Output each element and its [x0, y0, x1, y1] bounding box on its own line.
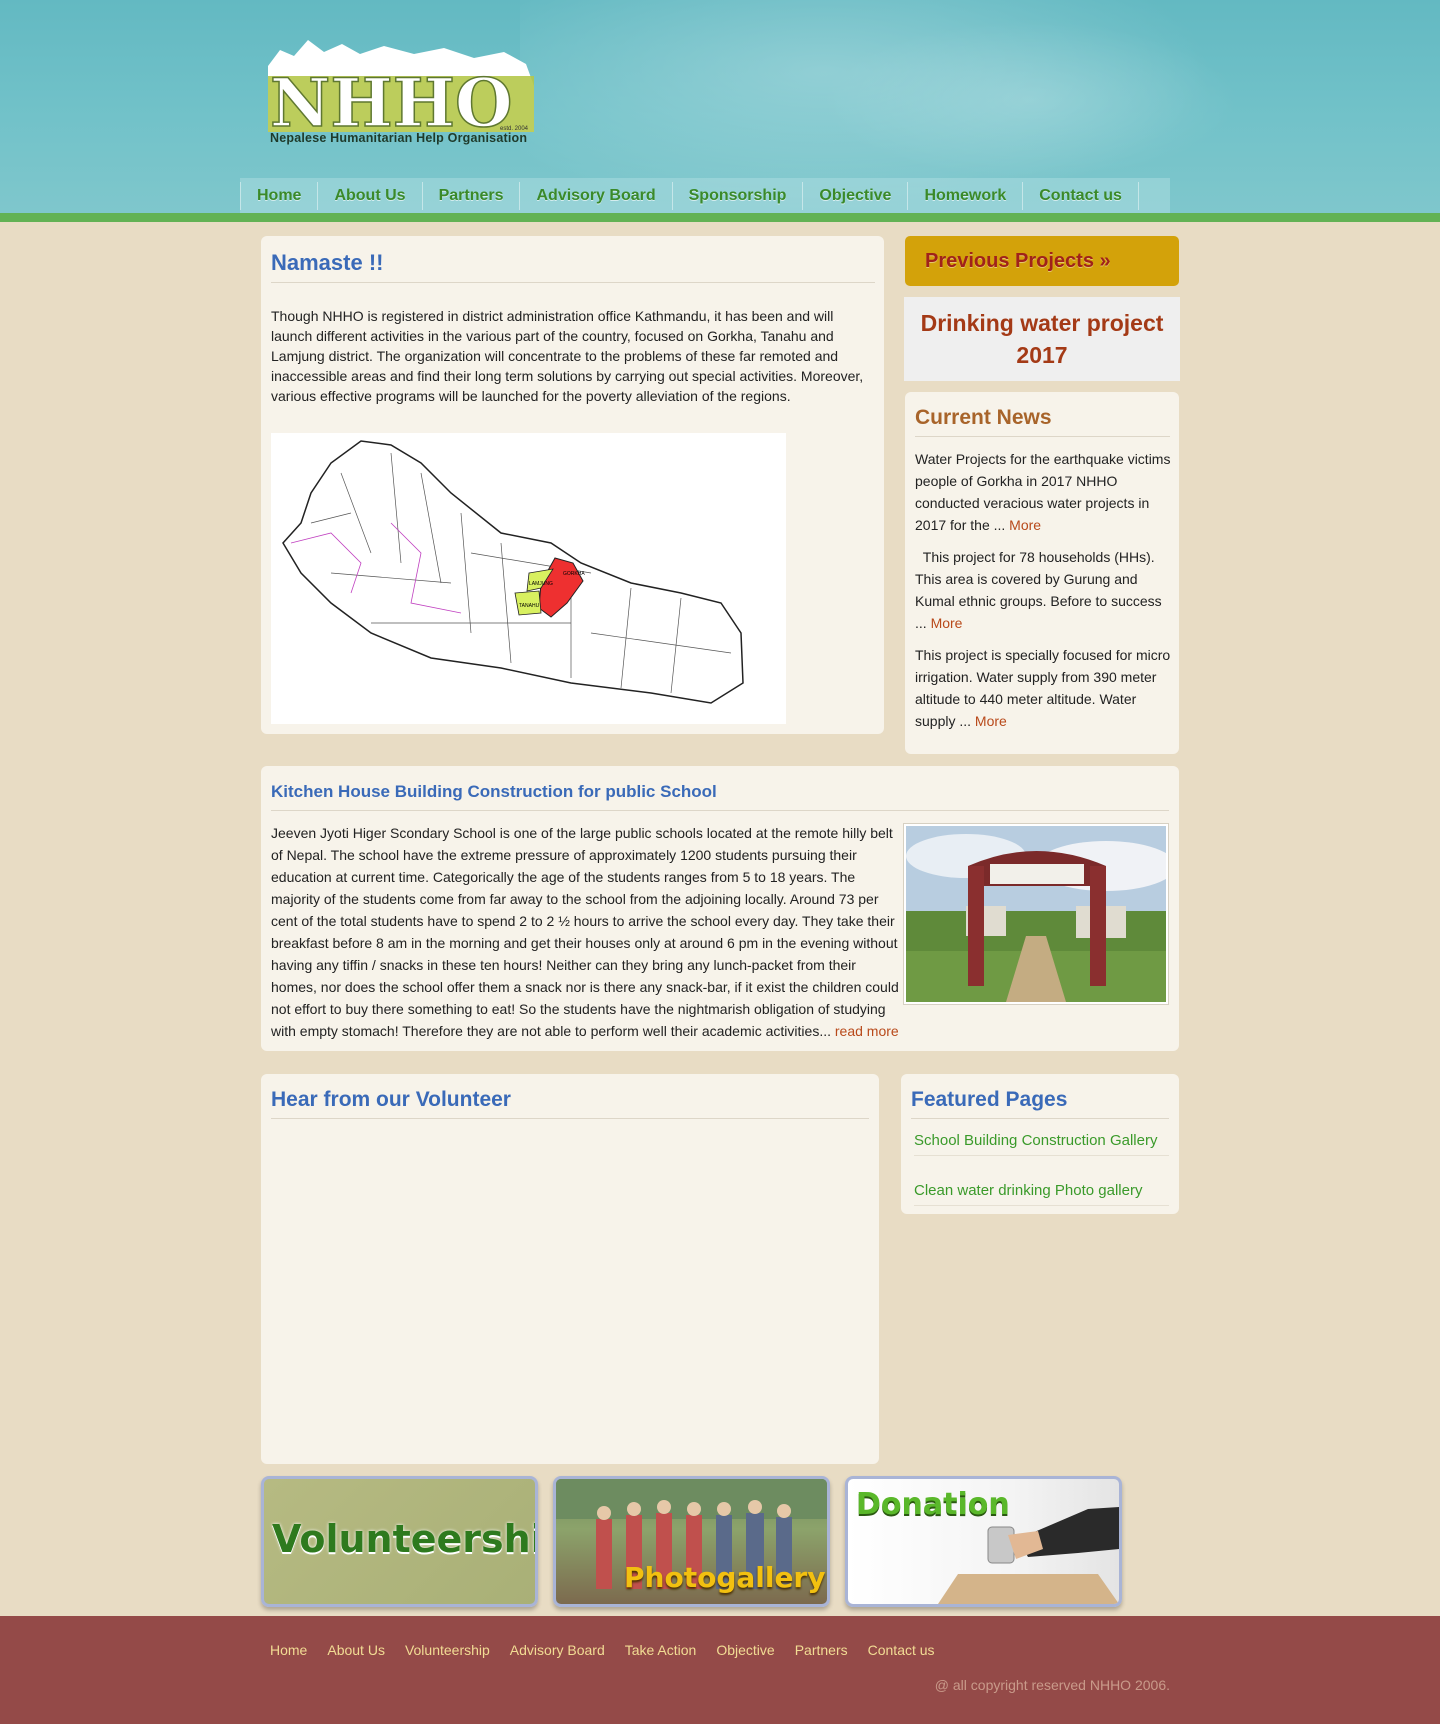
namaste-text: Though NHHO is registered in district ad…: [271, 308, 864, 404]
copyright-text: @ all copyright reserved NHHO 2006.: [934, 1677, 1170, 1693]
kitchen-read-more-link[interactable]: read more: [835, 1023, 899, 1039]
news-item: This project for 78 households (HHs). Th…: [915, 546, 1171, 634]
nav-divider: [1137, 182, 1139, 210]
footer-link-volunteership[interactable]: Volunteership: [405, 1642, 490, 1658]
volunteership-banner-text: Volunteership: [272, 1517, 535, 1561]
nepal-map-graphic: GORKHA LAMJUNG TANAHU: [282, 440, 744, 704]
namaste-panel: Namaste !! Though NHHO is registered in …: [261, 236, 884, 734]
nav-home[interactable]: Home: [241, 178, 317, 214]
school-gate-graphic: [906, 826, 1176, 1002]
header-decoration: [820, 20, 1240, 180]
namaste-title: Namaste !!: [271, 250, 875, 283]
footer-link-advisory-board[interactable]: Advisory Board: [510, 1642, 605, 1658]
site-header: NHHO estd. 2004 Nepalese Humanitarian He…: [0, 0, 1440, 214]
kitchen-text: Jeeven Jyoti Higer Scondary School is on…: [271, 822, 901, 1042]
donation-banner[interactable]: Donation: [845, 1476, 1122, 1607]
kitchen-body: Jeeven Jyoti Higer Scondary School is on…: [271, 825, 899, 1039]
current-news-title: Current News: [915, 406, 1170, 437]
logo-subtitle: Nepalese Humanitarian Help Organisation: [270, 131, 528, 145]
site-logo[interactable]: NHHO estd. 2004 Nepalese Humanitarian He…: [264, 36, 540, 150]
footer-link-about-us[interactable]: About Us: [327, 1642, 385, 1658]
nav-contact-us[interactable]: Contact us: [1023, 178, 1138, 214]
volunteership-banner[interactable]: Volunteership: [261, 1476, 538, 1607]
current-news-panel: Current News Water Projects for the eart…: [905, 392, 1179, 754]
donation-box-graphic: [938, 1507, 1119, 1604]
volunteer-title: Hear from our Volunteer: [271, 1088, 869, 1119]
nepal-map-image: GORKHA LAMJUNG TANAHU: [271, 433, 786, 724]
footer-nav: Home About Us Volunteership Advisory Boa…: [270, 1642, 955, 1658]
header-green-band: [0, 213, 1440, 222]
footer-link-take-action[interactable]: Take Action: [625, 1642, 697, 1658]
previous-projects-button[interactable]: Previous Projects »: [905, 236, 1179, 286]
nav-advisory-board[interactable]: Advisory Board: [520, 178, 671, 214]
drinking-water-project-link[interactable]: Drinking water project 2017: [904, 297, 1180, 381]
nav-about-us[interactable]: About Us: [318, 178, 421, 214]
featured-link-water-gallery[interactable]: Clean water drinking Photo gallery: [914, 1180, 1169, 1206]
nav-partners[interactable]: Partners: [423, 178, 520, 214]
footer-link-partners[interactable]: Partners: [795, 1642, 848, 1658]
news-more-link[interactable]: More: [931, 615, 963, 631]
featured-link-school-gallery[interactable]: School Building Construction Gallery: [914, 1130, 1169, 1156]
volunteer-panel: Hear from our Volunteer: [261, 1074, 879, 1464]
photogallery-banner[interactable]: Photogallery: [553, 1476, 830, 1607]
featured-pages-title: Featured Pages: [911, 1088, 1169, 1119]
news-more-link[interactable]: More: [975, 713, 1007, 729]
news-item: This project is specially focused for mi…: [915, 644, 1171, 732]
photogallery-banner-text: Photogallery: [624, 1561, 826, 1594]
footer-link-objective[interactable]: Objective: [716, 1642, 774, 1658]
site-footer: Home About Us Volunteership Advisory Boa…: [0, 1616, 1440, 1724]
kitchen-title: Kitchen House Building Construction for …: [271, 782, 1169, 811]
map-label-gorkha: GORKHA: [563, 571, 585, 577]
logo-mountain-graphic: NHHO estd. 2004: [268, 40, 534, 143]
nav-homework[interactable]: Homework: [908, 178, 1022, 214]
footer-link-home[interactable]: Home: [270, 1642, 307, 1658]
nav-objective[interactable]: Objective: [803, 178, 907, 214]
map-label-lamjung: LAMJUNG: [529, 581, 553, 587]
news-text: This project is specially focused for mi…: [915, 647, 1171, 729]
news-text: Water Projects for the earthquake victim…: [915, 451, 1171, 533]
news-more-link[interactable]: More: [1009, 517, 1041, 533]
main-nav: Home About Us Partners Advisory Board Sp…: [240, 178, 1170, 214]
map-label-tanahu: TANAHU: [519, 603, 540, 609]
nav-sponsorship[interactable]: Sponsorship: [673, 178, 803, 214]
kitchen-project-panel: Kitchen House Building Construction for …: [261, 766, 1179, 1051]
news-item: Water Projects for the earthquake victim…: [915, 448, 1171, 536]
logo-letters: NHHO: [270, 64, 513, 136]
school-gate-photo: [903, 823, 1176, 1005]
featured-pages-panel: Featured Pages School Building Construct…: [901, 1074, 1179, 1214]
footer-link-contact-us[interactable]: Contact us: [868, 1642, 935, 1658]
